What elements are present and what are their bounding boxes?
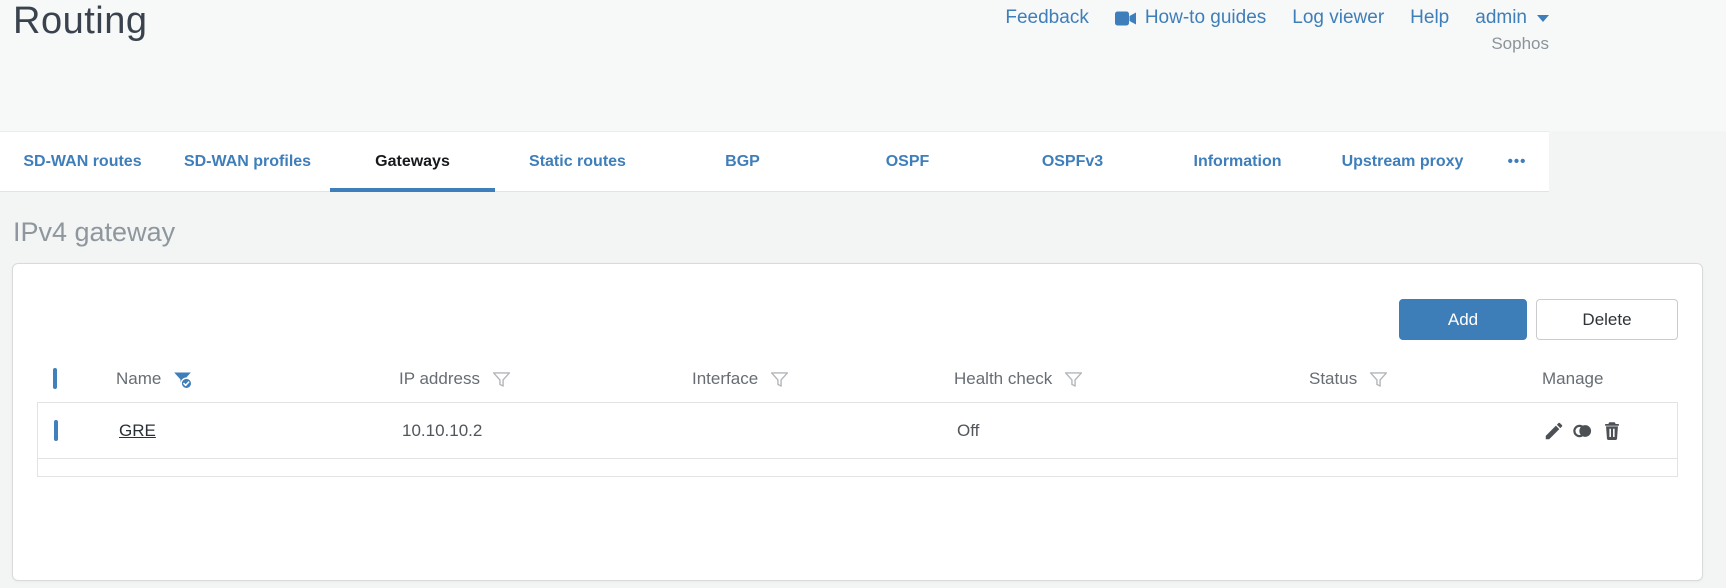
ip-address-cell: 10.10.10.2	[402, 420, 483, 440]
brand-label: Sophos	[1491, 34, 1549, 53]
select-all-checkbox[interactable]	[53, 368, 57, 389]
tab-ospfv3[interactable]: OSPFv3	[990, 132, 1155, 191]
tab-bar: SD-WAN routes SD-WAN profiles Gateways S…	[0, 131, 1549, 192]
row-checkbox[interactable]	[54, 419, 58, 441]
video-camera-icon	[1114, 11, 1137, 26]
tabs-more-button[interactable]: •••	[1485, 132, 1549, 191]
delete-button[interactable]: Delete	[1536, 299, 1678, 340]
funnel-icon[interactable]	[491, 369, 512, 390]
edit-icon[interactable]	[1543, 420, 1565, 442]
howto-guides-link[interactable]: How-to guides	[1114, 7, 1266, 29]
top-nav-links: Feedback How-to guides Log viewer Help a…	[1005, 7, 1549, 29]
column-header-status: Status	[1309, 369, 1542, 390]
column-header-manage: Manage	[1542, 369, 1604, 388]
toolbar: Add Delete	[37, 299, 1678, 340]
log-viewer-link[interactable]: Log viewer	[1292, 7, 1384, 29]
table-body: GRE 10.10.10.2 Off	[37, 402, 1678, 477]
tab-gateways[interactable]: Gateways	[330, 132, 495, 192]
table-row: GRE 10.10.10.2 Off	[38, 403, 1677, 459]
caret-down-icon	[1537, 14, 1549, 22]
funnel-icon[interactable]	[1368, 369, 1389, 390]
manage-cell	[1543, 420, 1677, 442]
top-nav: Feedback How-to guides Log viewer Help a…	[1005, 7, 1549, 54]
feedback-link[interactable]: Feedback	[1005, 7, 1088, 29]
clone-icon[interactable]	[1572, 420, 1594, 442]
main-content: IPv4 gateway Add Delete Name IP address …	[0, 217, 1726, 581]
tab-sd-wan-profiles[interactable]: SD-WAN profiles	[165, 132, 330, 191]
table-header: Name IP address Interface Health check S…	[37, 356, 1678, 402]
funnel-icon[interactable]	[769, 369, 790, 390]
health-check-cell: Off	[957, 420, 980, 440]
tab-information[interactable]: Information	[1155, 132, 1320, 191]
column-header-name: Name	[116, 369, 399, 390]
funnel-icon[interactable]	[1063, 369, 1084, 390]
delete-icon[interactable]	[1601, 420, 1623, 442]
tab-sd-wan-routes[interactable]: SD-WAN routes	[0, 132, 165, 191]
add-button[interactable]: Add	[1399, 299, 1527, 340]
tab-ospf[interactable]: OSPF	[825, 132, 990, 191]
section-heading: IPv4 gateway	[13, 217, 176, 247]
user-menu[interactable]: admin	[1475, 7, 1549, 29]
column-header-health-check: Health check	[954, 369, 1309, 390]
page-title: Routing	[13, 0, 148, 42]
help-link[interactable]: Help	[1410, 7, 1449, 29]
gateway-card: Add Delete Name IP address Interface Hea…	[12, 263, 1703, 581]
column-header-ip-address: IP address	[399, 369, 692, 390]
gateway-name-link[interactable]: GRE	[119, 421, 156, 440]
tab-upstream-proxy[interactable]: Upstream proxy	[1320, 132, 1485, 191]
page-header: Routing Feedback How-to guides Log viewe…	[0, 0, 1726, 131]
tab-static-routes[interactable]: Static routes	[495, 132, 660, 191]
funnel-check-icon[interactable]	[172, 369, 193, 390]
tab-bgp[interactable]: BGP	[660, 132, 825, 191]
column-header-interface: Interface	[692, 369, 954, 390]
